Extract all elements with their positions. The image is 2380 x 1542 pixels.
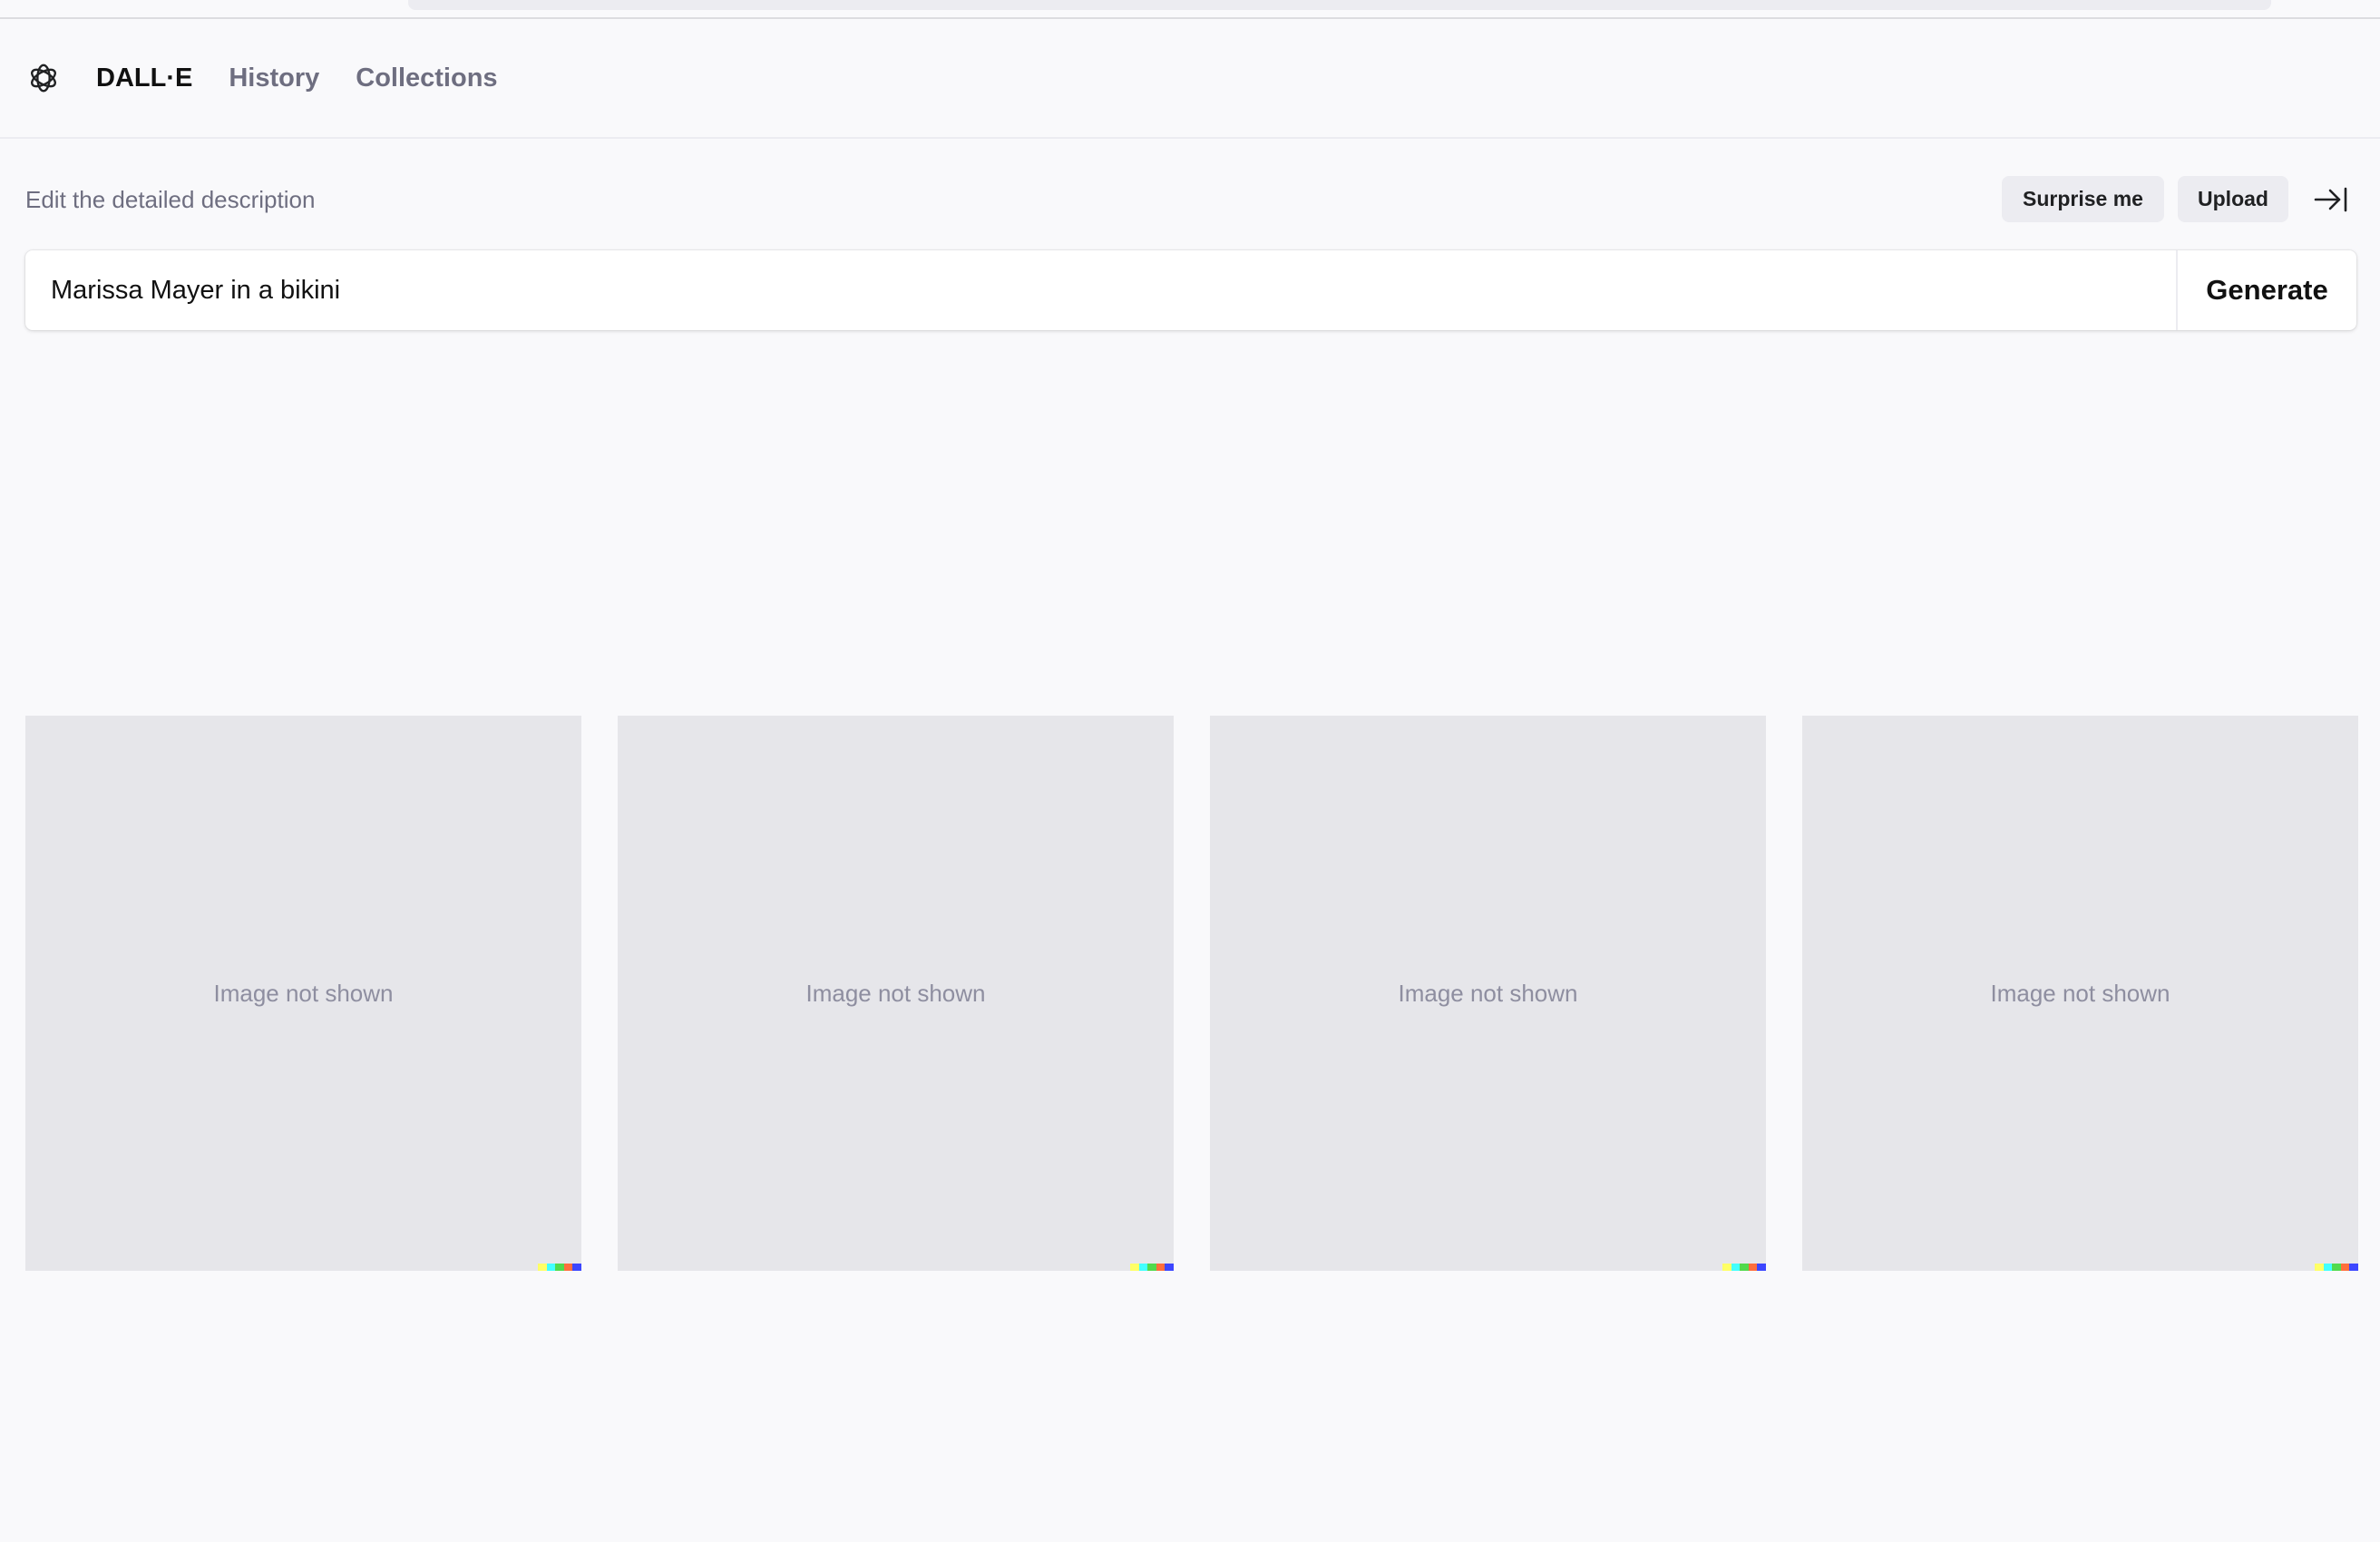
nav-link-history[interactable]: History: [229, 63, 319, 93]
browser-top-strip: [0, 0, 2380, 19]
collapse-panel-icon[interactable]: [2307, 176, 2355, 222]
results-grid: Image not shown Image not shown Image no…: [25, 716, 2358, 1271]
navbar: DALL·E History Collections: [0, 19, 2380, 139]
surprise-me-button[interactable]: Surprise me: [2002, 176, 2164, 222]
result-image-placeholder[interactable]: Image not shown: [25, 716, 581, 1271]
nav-link-collections[interactable]: Collections: [356, 63, 497, 93]
generate-button[interactable]: Generate: [2176, 250, 2356, 330]
dalle-signature-icon: [1130, 1264, 1174, 1271]
dalle-signature-icon: [2315, 1264, 2358, 1271]
result-image-placeholder[interactable]: Image not shown: [1802, 716, 2358, 1271]
placeholder-label: Image not shown: [1398, 979, 1578, 1007]
dalle-signature-icon: [538, 1264, 581, 1271]
browser-tab-edge: [408, 0, 2271, 10]
prompt-input[interactable]: [25, 250, 2176, 330]
description-label: Edit the detailed description: [25, 186, 316, 213]
placeholder-label: Image not shown: [213, 979, 394, 1007]
result-image-placeholder[interactable]: Image not shown: [1210, 716, 1766, 1271]
nav-brand-dalle[interactable]: DALL·E: [96, 63, 192, 93]
prompt-box: Generate: [25, 250, 2356, 330]
openai-logo-icon[interactable]: [25, 60, 62, 96]
placeholder-label: Image not shown: [805, 979, 986, 1007]
dalle-signature-icon: [1722, 1264, 1766, 1271]
result-image-placeholder[interactable]: Image not shown: [618, 716, 1174, 1271]
editor-actions: Surprise me Upload: [2002, 176, 2355, 222]
upload-button[interactable]: Upload: [2178, 176, 2288, 222]
placeholder-label: Image not shown: [1990, 979, 2170, 1007]
